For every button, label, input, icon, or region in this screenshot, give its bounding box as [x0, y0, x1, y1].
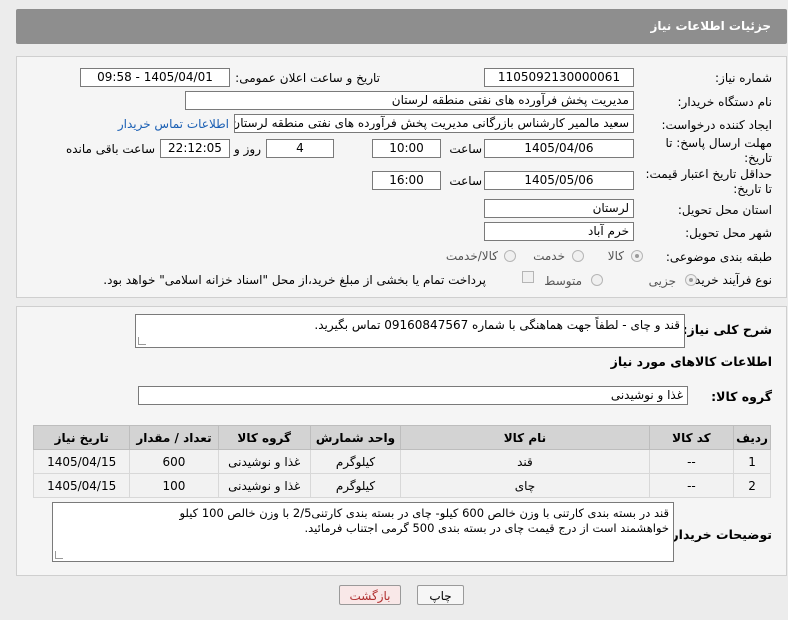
goods-table: ردیف کد کالا نام کالا واحد شمارش گروه کا…	[32, 425, 771, 498]
col-date: تاریخ نیاز	[32, 425, 131, 450]
price-validity-time-field[interactable]: 16:00	[372, 171, 441, 190]
category-option-goods: کالا	[607, 249, 624, 263]
buyer-notes-label: توضیحات خریدار:	[666, 527, 772, 542]
announce-label: تاریخ و ساعت اعلان عمومی:	[235, 71, 380, 85]
remaining-label: ساعت باقی مانده	[65, 142, 155, 156]
city-label: شهر محل تحویل:	[685, 226, 772, 240]
province-field[interactable]: لرستان	[484, 199, 634, 218]
requester-label: ایجاد کننده درخواست:	[661, 118, 772, 132]
table-row[interactable]: 1 -- قند کیلوگرم غذا و نوشیدنی 600 1405/…	[32, 449, 771, 474]
page-background: جزئیات اطلاعات نیاز شماره نیاز: 11050921…	[0, 0, 788, 620]
summary-label: شرح کلی نیاز:	[682, 322, 772, 337]
days-label: روز و	[234, 142, 261, 156]
col-row: ردیف	[733, 425, 771, 450]
price-validity-label-2: تا تاریخ:	[733, 182, 772, 196]
process-label: نوع فرآیند خرید :	[687, 273, 772, 287]
price-validity-time-label: ساعت	[449, 174, 482, 188]
cell-name: چای	[400, 473, 650, 498]
col-qty: تعداد / مقدار	[129, 425, 219, 450]
category-radio-goods-service[interactable]	[504, 250, 516, 262]
cell-row: 1	[733, 449, 771, 474]
requester-field[interactable]: سعید مالمیر کارشناس بازرگانی مدیریت پخش …	[234, 114, 634, 133]
cell-date: 1405/04/15	[32, 473, 131, 498]
treasury-payment-note: پرداخت تمام یا بخشی از مبلغ خرید،از محل …	[103, 273, 486, 287]
cell-group: غذا و نوشیدنی	[217, 449, 311, 474]
price-validity-label-1: حداقل تاریخ اعتبار قیمت:	[645, 167, 772, 181]
reply-time-field[interactable]: 10:00	[372, 139, 441, 158]
process-radio-minor[interactable]	[685, 274, 697, 286]
cell-group: غذا و نوشیدنی	[217, 473, 311, 498]
buyer-notes-line-1: قند در بسته بندی کارتنی با وزن خالص 600 …	[179, 506, 669, 520]
remaining-time-field[interactable]: 22:12:05	[160, 139, 230, 158]
reply-date-field[interactable]: 1405/04/06	[484, 139, 634, 158]
cell-qty: 600	[129, 449, 219, 474]
announce-field[interactable]: 1405/04/01 - 09:58	[80, 68, 230, 87]
cell-row: 2	[733, 473, 771, 498]
category-radio-service[interactable]	[572, 250, 584, 262]
category-label: طبقه بندی موضوعی:	[665, 250, 772, 264]
process-option-medium: متوسط	[544, 274, 582, 288]
cell-unit: کیلوگرم	[309, 449, 402, 474]
col-group: گروه کالا	[217, 425, 311, 450]
back-button[interactable]: بازگشت	[339, 585, 401, 605]
cell-code: --	[648, 449, 735, 474]
treasury-payment-checkbox[interactable]	[522, 271, 534, 283]
summary-textarea[interactable]: قند و چای - لطفاً جهت هماهنگی با شماره 0…	[135, 314, 685, 348]
need-number-label: شماره نیاز:	[715, 71, 772, 85]
print-button[interactable]: چاپ	[417, 585, 464, 605]
table-header-row: ردیف کد کالا نام کالا واحد شمارش گروه کا…	[32, 425, 771, 450]
goods-group-field[interactable]: غذا و نوشیدنی	[138, 386, 688, 405]
title-bar: جزئیات اطلاعات نیاز	[16, 9, 787, 44]
buyer-notes-line-2: خواهشمند است از درج قیمت چای در بسته بند…	[304, 521, 669, 535]
goods-group-label: گروه کالا:	[711, 389, 772, 404]
category-option-goods-service: کالا/خدمت	[445, 249, 498, 263]
buyer-label: نام دستگاه خریدار:	[677, 95, 773, 109]
table-row[interactable]: 2 -- چای کیلوگرم غذا و نوشیدنی 100 1405/…	[32, 473, 771, 498]
price-validity-date-field[interactable]: 1405/05/06	[484, 171, 634, 190]
resize-grip-icon[interactable]	[55, 551, 63, 559]
buyer-notes-textarea[interactable]: قند در بسته بندی کارتنی با وزن خالص 600 …	[52, 502, 674, 562]
reply-deadline-label-2: تاریخ:	[744, 151, 772, 165]
province-label: استان محل تحویل:	[677, 203, 772, 217]
buyer-contact-link[interactable]: اطلاعات تماس خریدار	[118, 117, 229, 131]
buyer-field[interactable]: مدیریت پخش فرآورده های نفتی منطقه لرستان	[185, 91, 634, 110]
col-code: کد کالا	[648, 425, 735, 450]
cell-qty: 100	[129, 473, 219, 498]
city-field[interactable]: خرم آباد	[484, 222, 634, 241]
cell-unit: کیلوگرم	[309, 473, 402, 498]
process-radio-medium[interactable]	[591, 274, 603, 286]
reply-time-label: ساعت	[449, 142, 482, 156]
category-radio-goods[interactable]	[631, 250, 643, 262]
reply-days-field[interactable]: 4	[266, 139, 334, 158]
cell-name: قند	[400, 449, 650, 474]
need-number-field[interactable]: 1105092130000061	[484, 68, 634, 87]
process-option-minor: جزیی	[648, 274, 676, 288]
category-option-service: خدمت	[533, 249, 565, 263]
resize-grip-icon[interactable]	[138, 337, 146, 345]
goods-section-title: اطلاعات کالاهای مورد نیاز	[610, 354, 772, 369]
col-name: نام کالا	[400, 425, 650, 450]
page-title: جزئیات اطلاعات نیاز	[650, 19, 771, 33]
cell-code: --	[648, 473, 735, 498]
col-unit: واحد شمارش	[309, 425, 402, 450]
summary-text: قند و چای - لطفاً جهت هماهنگی با شماره 0…	[314, 318, 680, 332]
reply-deadline-label-1: مهلت ارسال پاسخ: تا	[665, 136, 772, 150]
cell-date: 1405/04/15	[32, 449, 131, 474]
